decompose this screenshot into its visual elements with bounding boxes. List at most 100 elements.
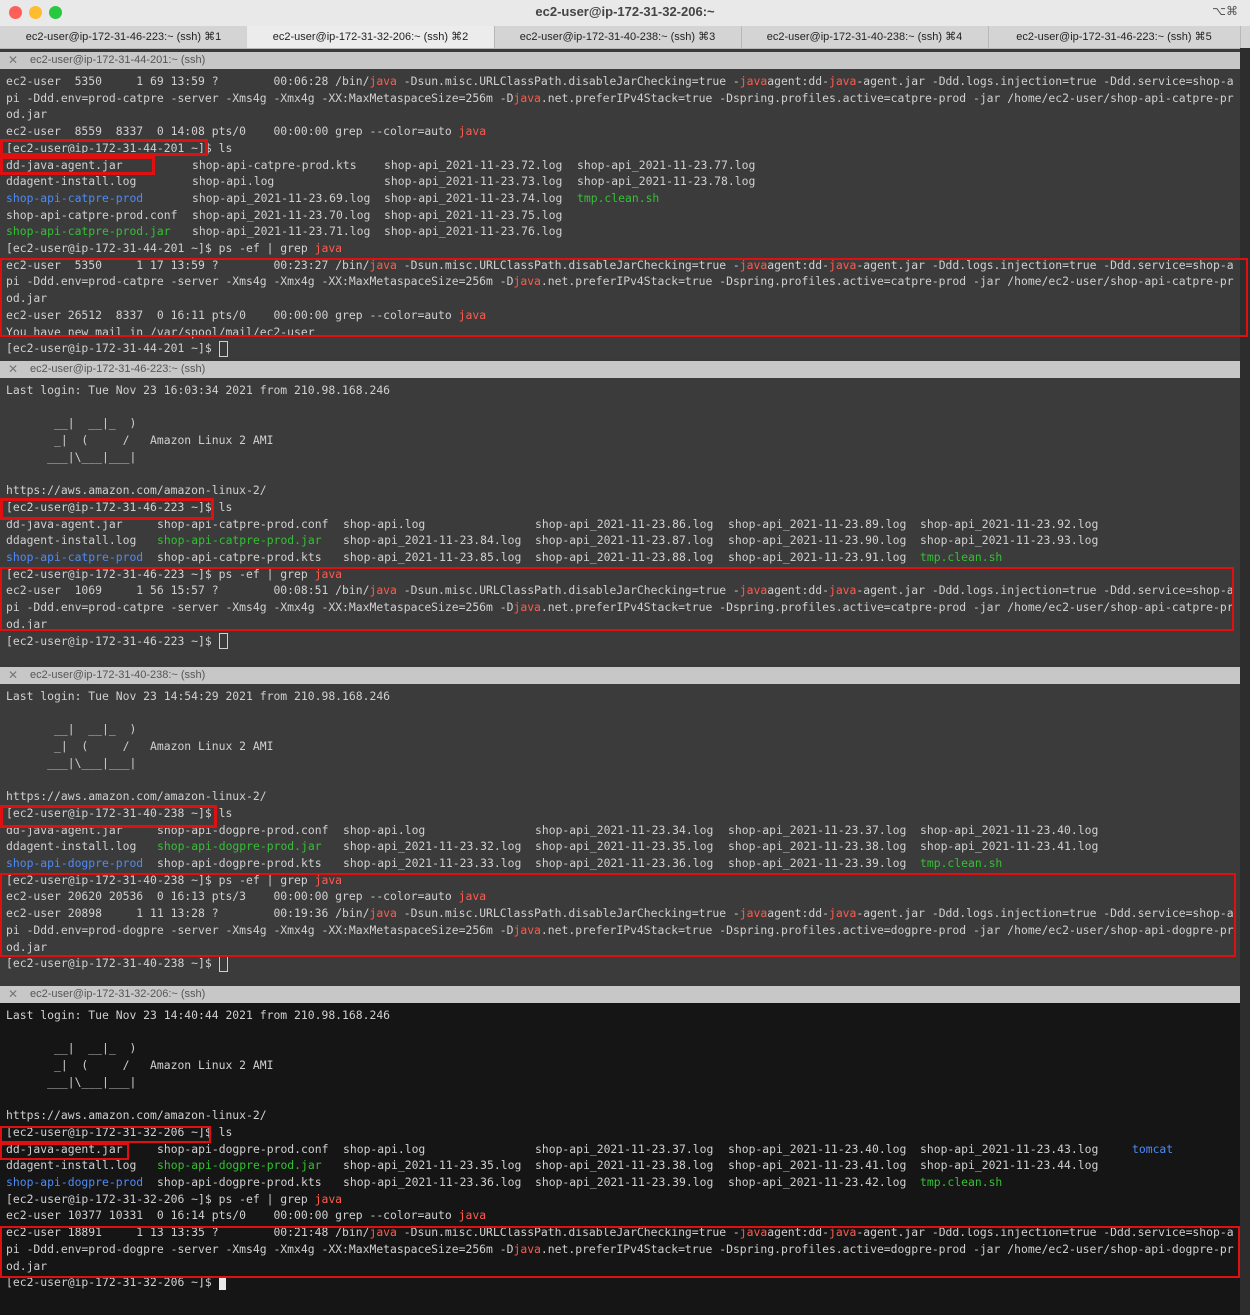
terminal-line: https://aws.amazon.com/amazon-linux-2/ <box>6 789 267 804</box>
terminal-line: [ec2-user@ip-172-31-46-223 ~]$ <box>6 633 228 650</box>
file-entry: shop-api-dogpre-prod <box>6 856 144 870</box>
terminal-line: od.jar <box>6 1258 48 1273</box>
terminal-output[interactable]: ec2-user 5350 1 69 13:59 ? 00:06:28 /bin… <box>0 69 1240 358</box>
file-entry: shop-api_2021-11-23.77.log <box>577 157 756 172</box>
terminal-line: pi -Ddd.env=prod-catpre -server -Xms4g -… <box>6 600 1234 615</box>
terminal-line: [ec2-user@ip-172-31-44-201 ~]$ ls <box>6 140 233 155</box>
terminal-line: __| __|_ ) <box>6 1041 137 1056</box>
pane-header: ✕ ec2-user@ip-172-31-46-223:~ (ssh) <box>0 361 1240 378</box>
terminal-output[interactable]: Last login: Tue Nov 23 16:03:34 2021 fro… <box>0 378 1240 663</box>
file-entry: shop-api-dogpre-prod.kts <box>157 856 322 870</box>
tab-1[interactable]: ec2-user@ip-172-31-46-223:~ (ssh) ⌘1 <box>0 26 248 48</box>
file-entry: tmp.clean.sh <box>920 856 1003 870</box>
file-entry: shop-api_2021-11-23.89.log <box>728 516 907 531</box>
text-cursor <box>218 955 228 972</box>
terminal-pane-4[interactable]: ✕ ec2-user@ip-172-31-32-206:~ (ssh) Last l… <box>0 986 1240 1315</box>
terminal-pane-3[interactable]: ✕ ec2-user@ip-172-31-40-238:~ (ssh) Last l… <box>0 667 1240 982</box>
file-entry: shop-api_2021-11-23.39.log <box>535 1175 714 1189</box>
file-entry: shop-api_2021-11-23.92.log <box>920 516 1099 531</box>
file-entry: shop-api_2021-11-23.32.log <box>343 839 522 854</box>
terminal-pane-2[interactable]: ✕ ec2-user@ip-172-31-46-223:~ (ssh) Last l… <box>0 361 1240 663</box>
file-entry: shop-api-dogpre-prod.jar <box>157 839 322 854</box>
ls-output-row: shop-api-catpre-prod.jar shop-api_2021-11… <box>6 223 1236 240</box>
pane-header: ✕ ec2-user@ip-172-31-40-238:~ (ssh) <box>0 667 1240 684</box>
file-entry: shop-api.log <box>343 822 426 837</box>
file-entry: shop-api_2021-11-23.40.log <box>920 822 1099 837</box>
terminal-line: od.jar <box>6 107 48 122</box>
ls-output-row: dd-java-agent.jar shop-api-dogpre-prod.co… <box>6 1141 1236 1158</box>
terminal-line: Last login: Tue Nov 23 14:40:44 2021 fro… <box>6 1008 391 1022</box>
pane-header: ✕ ec2-user@ip-172-31-32-206:~ (ssh) <box>0 986 1240 1003</box>
file-entry: shop-api_2021-11-23.88.log <box>535 550 714 564</box>
file-entry: shop-api.log <box>343 1141 426 1156</box>
terminal-line: [ec2-user@ip-172-31-44-201 ~]$ ps -ef | … <box>6 241 343 255</box>
tab-4[interactable]: ec2-user@ip-172-31-40-238:~ (ssh) ⌘4 <box>741 26 989 48</box>
file-entry: shop-api_2021-11-23.74.log <box>384 190 563 205</box>
file-entry: shop-api-dogpre-prod.kts <box>157 1175 322 1189</box>
tab-2[interactable]: ec2-user@ip-172-31-32-206:~ (ssh) ⌘2 <box>247 26 495 48</box>
file-entry: shop-api_2021-11-23.76.log <box>384 224 563 239</box>
scrollbar[interactable] <box>1240 48 1250 1315</box>
file-entry: shop-api.log <box>343 516 426 531</box>
window-title: ec2-user@ip-172-31-32-206:~ <box>535 4 715 19</box>
file-entry: shop-api-dogpre-prod <box>6 1175 144 1189</box>
file-entry: shop-api_2021-11-23.39.log <box>728 856 907 870</box>
file-entry: shop-api_2021-11-23.87.log <box>535 533 714 548</box>
terminal-line: https://aws.amazon.com/amazon-linux-2/ <box>6 1108 267 1123</box>
terminal-output[interactable]: Last login: Tue Nov 23 14:54:29 2021 fro… <box>0 684 1240 982</box>
terminal-line: You have new mail in /var/spool/mail/ec2… <box>6 324 315 339</box>
terminal-line: ec2-user 10377 10331 0 16:14 pts/0 00:00… <box>6 1208 487 1223</box>
file-entry: tomcat <box>1132 1141 1174 1156</box>
terminal-line: [ec2-user@ip-172-31-32-206 ~]$ ps -ef | … <box>6 1191 343 1206</box>
terminal-line: od.jar <box>6 939 48 954</box>
terminal-line: pi -Ddd.env=prod-dogpre -server -Xms4g -… <box>6 922 1234 937</box>
terminal-line: Last login: Tue Nov 23 14:54:29 2021 fro… <box>6 689 391 703</box>
close-pane-icon[interactable]: ✕ <box>8 53 18 67</box>
terminal-line: ec2-user 26512 8337 0 16:11 pts/0 00:00:… <box>6 307 487 322</box>
pane-header: ✕ ec2-user@ip-172-31-44-201:~ (ssh) <box>0 52 1240 69</box>
file-entry: shop-api-dogpre-prod.conf <box>157 822 329 837</box>
file-entry: tmp.clean.sh <box>577 190 660 205</box>
ls-output-row: ddagent-install.log shop-api-dogpre-prod.… <box>6 1157 1236 1174</box>
file-entry: shop-api_2021-11-23.36.log <box>535 856 714 870</box>
ls-output-row: dd-java-agent.jar shop-api-dogpre-prod.co… <box>6 822 1236 839</box>
file-entry: dd-java-agent.jar <box>6 1141 123 1156</box>
close-pane-icon[interactable]: ✕ <box>8 668 18 682</box>
file-entry: tmp.clean.sh <box>920 1175 1003 1189</box>
file-entry: shop-api-catpre-prod <box>6 190 144 205</box>
file-entry: shop-api_2021-11-23.36.log <box>343 1175 522 1189</box>
file-entry: shop-api_2021-11-23.38.log <box>535 1158 714 1173</box>
ls-output-row: ddagent-install.log shop-api-dogpre-prod.… <box>6 838 1236 855</box>
terminal-line: ___|\___|___| <box>6 1074 137 1089</box>
terminal-pane-1[interactable]: ✕ ec2-user@ip-172-31-44-201:~ (ssh) ec2-us… <box>0 52 1240 358</box>
file-entry: shop-api_2021-11-23.70.log <box>192 207 371 222</box>
terminal-window: ec2-user@ip-172-31-32-206:~ ⌥⌘ ec2-user@… <box>0 0 1250 1315</box>
file-entry: shop-api_2021-11-23.37.log <box>728 822 907 837</box>
pane-title: ec2-user@ip-172-31-44-201:~ (ssh) <box>30 54 206 66</box>
terminal-line: ___|\___|___| <box>6 755 137 770</box>
file-entry: shop-api_2021-11-23.72.log <box>384 157 563 172</box>
close-pane-icon[interactable]: ✕ <box>8 987 18 1001</box>
file-entry: shop-api_2021-11-23.34.log <box>535 822 714 837</box>
file-entry: shop-api_2021-11-23.41.log <box>920 839 1099 854</box>
terminal-line: ec2-user 5350 1 17 13:59 ? 00:23:27 /bin… <box>6 257 1234 272</box>
terminal-line: ___|\___|___| <box>6 449 137 464</box>
terminal-line: __| __|_ ) <box>6 416 137 431</box>
pane-title: ec2-user@ip-172-31-46-223:~ (ssh) <box>30 363 206 375</box>
title-bar: ec2-user@ip-172-31-32-206:~ ⌥⌘ <box>0 0 1250 26</box>
terminal-line: [ec2-user@ip-172-31-44-201 ~]$ <box>6 340 228 357</box>
terminal-line: ec2-user 1069 1 56 15:57 ? 00:08:51 /bin… <box>6 583 1234 598</box>
tab-5[interactable]: ec2-user@ip-172-31-46-223:~ (ssh) ⌘5 <box>988 26 1241 48</box>
file-entry: shop-api_2021-11-23.85.log <box>343 550 522 564</box>
terminal-output[interactable]: Last login: Tue Nov 23 14:40:44 2021 fro… <box>0 1003 1240 1315</box>
file-entry: shop-api_2021-11-23.40.log <box>728 1141 907 1156</box>
file-entry: shop-api_2021-11-23.73.log <box>384 174 563 189</box>
terminal-line: pi -Ddd.env=prod-catpre -server -Xms4g -… <box>6 274 1234 289</box>
terminal-line: [ec2-user@ip-172-31-40-238 ~]$ <box>6 955 228 972</box>
terminal-line: ec2-user 5350 1 69 13:59 ? 00:06:28 /bin… <box>6 74 1234 88</box>
tab-3[interactable]: ec2-user@ip-172-31-40-238:~ (ssh) ⌘3 <box>494 26 742 48</box>
file-entry: shop-api-catpre-prod.jar <box>6 224 171 239</box>
file-entry: shop-api_2021-11-23.33.log <box>343 856 522 870</box>
file-entry: shop-api-catpre-prod.kts <box>192 157 357 172</box>
close-pane-icon[interactable]: ✕ <box>8 362 18 376</box>
